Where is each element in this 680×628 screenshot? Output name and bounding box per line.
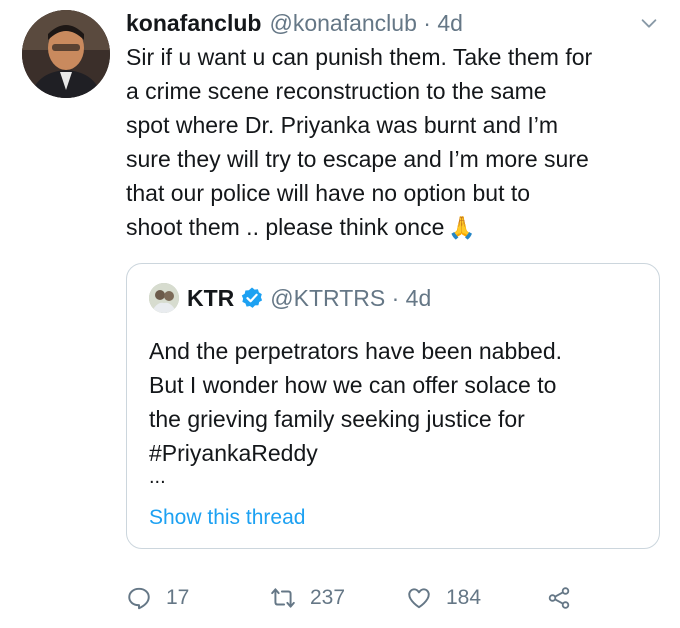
- folded-hands-emoji: 🙏: [448, 215, 476, 240]
- tweet-actions-bar: 17 237 184: [126, 578, 572, 618]
- quoted-tweet-text: And the perpetrators have been nabbed. B…: [149, 338, 563, 466]
- tweet-time[interactable]: 4d: [437, 10, 463, 36]
- quoted-author-handle: @KTRTRS · 4d: [270, 285, 431, 312]
- quoted-author-avatar: [149, 283, 179, 313]
- quoted-tweet-time: 4d: [405, 284, 432, 311]
- tweet-header: konafanclub @konafanclub · 4d: [126, 8, 660, 38]
- like-count: 184: [446, 586, 482, 609]
- quoted-author-name: KTR: [187, 284, 235, 311]
- show-thread-link[interactable]: Show this thread: [149, 506, 305, 530]
- tweet-body: Sir if u want u can punish them. Take th…: [126, 44, 593, 240]
- tweet-text: Sir if u want u can punish them. Take th…: [126, 40, 666, 245]
- retweet-icon: [271, 588, 295, 608]
- reply-button[interactable]: 17: [126, 585, 270, 611]
- quoted-tweet-header: KTR @KTRTRS · 4d: [149, 283, 431, 313]
- share-icon: [548, 587, 570, 609]
- reply-icon: [128, 587, 150, 610]
- quoted-handle-text: @KTRTRS: [270, 284, 386, 311]
- chevron-down-icon[interactable]: [638, 12, 660, 34]
- verified-icon: [242, 287, 263, 308]
- retweet-button[interactable]: 237: [270, 585, 406, 611]
- author-name[interactable]: konafanclub: [126, 10, 261, 37]
- author-handle[interactable]: @konafanclub · 4d: [269, 10, 462, 37]
- author-avatar[interactable]: [22, 10, 110, 98]
- like-icon: [408, 588, 430, 609]
- reply-count: 17: [166, 586, 190, 609]
- handle-text: @konafanclub: [269, 9, 417, 36]
- retweet-count: 237: [310, 586, 346, 609]
- dot-separator: ·: [416, 9, 438, 36]
- dot-separator: ·: [385, 284, 406, 311]
- quoted-tweet-card[interactable]: KTR @KTRTRS · 4d And the perpetrators ha…: [126, 263, 660, 549]
- like-button[interactable]: 184: [406, 585, 546, 611]
- quoted-tweet-ellipsis: ...: [149, 466, 166, 488]
- share-button[interactable]: [546, 585, 572, 611]
